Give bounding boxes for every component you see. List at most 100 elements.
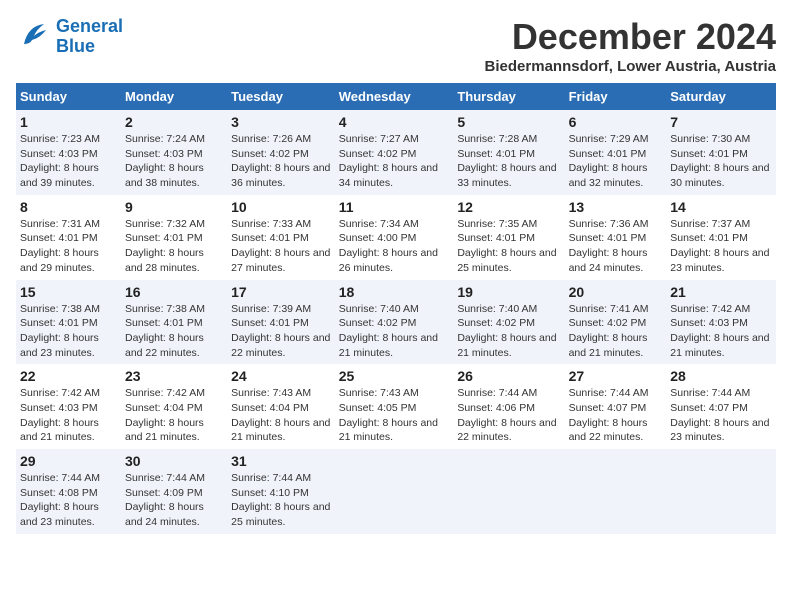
calendar-cell: 19 Sunrise: 7:40 AMSunset: 4:02 PMDaylig… xyxy=(453,280,564,365)
day-number: 19 xyxy=(457,284,560,300)
calendar-cell: 24 Sunrise: 7:43 AMSunset: 4:04 PMDaylig… xyxy=(227,364,335,449)
day-number: 29 xyxy=(20,453,117,469)
page-header: GeneralBlue December 2024 Biedermannsdor… xyxy=(16,16,776,75)
day-info: Sunrise: 7:40 AMSunset: 4:02 PMDaylight:… xyxy=(457,302,560,361)
day-number: 17 xyxy=(231,284,331,300)
day-number: 25 xyxy=(339,368,450,384)
day-number: 2 xyxy=(125,114,223,130)
day-info: Sunrise: 7:40 AMSunset: 4:02 PMDaylight:… xyxy=(339,302,450,361)
day-info: Sunrise: 7:39 AMSunset: 4:01 PMDaylight:… xyxy=(231,302,331,361)
calendar-cell: 27 Sunrise: 7:44 AMSunset: 4:07 PMDaylig… xyxy=(565,364,667,449)
day-info: Sunrise: 7:44 AMSunset: 4:08 PMDaylight:… xyxy=(20,471,117,530)
weekday-header-wednesday: Wednesday xyxy=(335,83,454,110)
day-info: Sunrise: 7:44 AMSunset: 4:10 PMDaylight:… xyxy=(231,471,331,530)
day-number: 14 xyxy=(670,199,772,215)
day-info: Sunrise: 7:36 AMSunset: 4:01 PMDaylight:… xyxy=(569,217,663,276)
title-block: December 2024 Biedermannsdorf, Lower Aus… xyxy=(485,16,776,75)
day-info: Sunrise: 7:30 AMSunset: 4:01 PMDaylight:… xyxy=(670,132,772,191)
weekday-header-tuesday: Tuesday xyxy=(227,83,335,110)
day-info: Sunrise: 7:42 AMSunset: 4:04 PMDaylight:… xyxy=(125,386,223,445)
calendar-table: SundayMondayTuesdayWednesdayThursdayFrid… xyxy=(16,83,776,534)
calendar-cell: 20 Sunrise: 7:41 AMSunset: 4:02 PMDaylig… xyxy=(565,280,667,365)
calendar-cell: 17 Sunrise: 7:39 AMSunset: 4:01 PMDaylig… xyxy=(227,280,335,365)
day-number: 31 xyxy=(231,453,331,469)
day-number: 1 xyxy=(20,114,117,130)
day-number: 20 xyxy=(569,284,663,300)
weekday-header-monday: Monday xyxy=(121,83,227,110)
day-info: Sunrise: 7:38 AMSunset: 4:01 PMDaylight:… xyxy=(20,302,117,361)
day-number: 7 xyxy=(670,114,772,130)
calendar-cell: 6 Sunrise: 7:29 AMSunset: 4:01 PMDayligh… xyxy=(565,110,667,195)
day-number: 22 xyxy=(20,368,117,384)
day-number: 23 xyxy=(125,368,223,384)
day-info: Sunrise: 7:32 AMSunset: 4:01 PMDaylight:… xyxy=(125,217,223,276)
calendar-cell: 1 Sunrise: 7:23 AMSunset: 4:03 PMDayligh… xyxy=(16,110,121,195)
weekday-header-saturday: Saturday xyxy=(666,83,776,110)
day-number: 24 xyxy=(231,368,331,384)
day-number: 27 xyxy=(569,368,663,384)
calendar-cell: 14 Sunrise: 7:37 AMSunset: 4:01 PMDaylig… xyxy=(666,195,776,280)
day-info: Sunrise: 7:43 AMSunset: 4:04 PMDaylight:… xyxy=(231,386,331,445)
day-info: Sunrise: 7:41 AMSunset: 4:02 PMDaylight:… xyxy=(569,302,663,361)
calendar-cell: 23 Sunrise: 7:42 AMSunset: 4:04 PMDaylig… xyxy=(121,364,227,449)
day-number: 30 xyxy=(125,453,223,469)
day-info: Sunrise: 7:35 AMSunset: 4:01 PMDaylight:… xyxy=(457,217,560,276)
day-number: 4 xyxy=(339,114,450,130)
weekday-header-friday: Friday xyxy=(565,83,667,110)
day-info: Sunrise: 7:44 AMSunset: 4:06 PMDaylight:… xyxy=(457,386,560,445)
location-subtitle: Biedermannsdorf, Lower Austria, Austria xyxy=(485,58,776,75)
calendar-cell: 9 Sunrise: 7:32 AMSunset: 4:01 PMDayligh… xyxy=(121,195,227,280)
day-info: Sunrise: 7:44 AMSunset: 4:07 PMDaylight:… xyxy=(569,386,663,445)
day-number: 3 xyxy=(231,114,331,130)
calendar-cell: 2 Sunrise: 7:24 AMSunset: 4:03 PMDayligh… xyxy=(121,110,227,195)
weekday-header-sunday: Sunday xyxy=(16,83,121,110)
calendar-cell xyxy=(565,449,667,534)
month-title: December 2024 xyxy=(485,16,776,58)
calendar-cell: 3 Sunrise: 7:26 AMSunset: 4:02 PMDayligh… xyxy=(227,110,335,195)
weekday-header-thursday: Thursday xyxy=(453,83,564,110)
logo: GeneralBlue xyxy=(16,16,123,57)
day-info: Sunrise: 7:44 AMSunset: 4:09 PMDaylight:… xyxy=(125,471,223,530)
calendar-cell: 26 Sunrise: 7:44 AMSunset: 4:06 PMDaylig… xyxy=(453,364,564,449)
calendar-cell xyxy=(666,449,776,534)
calendar-cell: 29 Sunrise: 7:44 AMSunset: 4:08 PMDaylig… xyxy=(16,449,121,534)
day-info: Sunrise: 7:26 AMSunset: 4:02 PMDaylight:… xyxy=(231,132,331,191)
calendar-cell: 4 Sunrise: 7:27 AMSunset: 4:02 PMDayligh… xyxy=(335,110,454,195)
day-info: Sunrise: 7:34 AMSunset: 4:00 PMDaylight:… xyxy=(339,217,450,276)
day-number: 10 xyxy=(231,199,331,215)
calendar-cell: 12 Sunrise: 7:35 AMSunset: 4:01 PMDaylig… xyxy=(453,195,564,280)
calendar-cell: 21 Sunrise: 7:42 AMSunset: 4:03 PMDaylig… xyxy=(666,280,776,365)
day-info: Sunrise: 7:27 AMSunset: 4:02 PMDaylight:… xyxy=(339,132,450,191)
day-number: 15 xyxy=(20,284,117,300)
calendar-cell: 13 Sunrise: 7:36 AMSunset: 4:01 PMDaylig… xyxy=(565,195,667,280)
calendar-cell: 22 Sunrise: 7:42 AMSunset: 4:03 PMDaylig… xyxy=(16,364,121,449)
calendar-cell: 5 Sunrise: 7:28 AMSunset: 4:01 PMDayligh… xyxy=(453,110,564,195)
day-info: Sunrise: 7:29 AMSunset: 4:01 PMDaylight:… xyxy=(569,132,663,191)
calendar-cell: 16 Sunrise: 7:38 AMSunset: 4:01 PMDaylig… xyxy=(121,280,227,365)
day-info: Sunrise: 7:23 AMSunset: 4:03 PMDaylight:… xyxy=(20,132,117,191)
day-info: Sunrise: 7:31 AMSunset: 4:01 PMDaylight:… xyxy=(20,217,117,276)
day-info: Sunrise: 7:38 AMSunset: 4:01 PMDaylight:… xyxy=(125,302,223,361)
logo-text: GeneralBlue xyxy=(56,17,123,57)
day-info: Sunrise: 7:24 AMSunset: 4:03 PMDaylight:… xyxy=(125,132,223,191)
day-info: Sunrise: 7:37 AMSunset: 4:01 PMDaylight:… xyxy=(670,217,772,276)
day-info: Sunrise: 7:42 AMSunset: 4:03 PMDaylight:… xyxy=(20,386,117,445)
day-number: 21 xyxy=(670,284,772,300)
calendar-cell: 28 Sunrise: 7:44 AMSunset: 4:07 PMDaylig… xyxy=(666,364,776,449)
calendar-cell: 31 Sunrise: 7:44 AMSunset: 4:10 PMDaylig… xyxy=(227,449,335,534)
logo-bird-icon xyxy=(16,16,52,52)
day-number: 26 xyxy=(457,368,560,384)
calendar-cell xyxy=(335,449,454,534)
day-info: Sunrise: 7:28 AMSunset: 4:01 PMDaylight:… xyxy=(457,132,560,191)
day-info: Sunrise: 7:42 AMSunset: 4:03 PMDaylight:… xyxy=(670,302,772,361)
day-info: Sunrise: 7:33 AMSunset: 4:01 PMDaylight:… xyxy=(231,217,331,276)
day-number: 6 xyxy=(569,114,663,130)
calendar-cell: 7 Sunrise: 7:30 AMSunset: 4:01 PMDayligh… xyxy=(666,110,776,195)
day-number: 28 xyxy=(670,368,772,384)
day-number: 18 xyxy=(339,284,450,300)
day-number: 8 xyxy=(20,199,117,215)
day-info: Sunrise: 7:43 AMSunset: 4:05 PMDaylight:… xyxy=(339,386,450,445)
calendar-cell xyxy=(453,449,564,534)
calendar-cell: 18 Sunrise: 7:40 AMSunset: 4:02 PMDaylig… xyxy=(335,280,454,365)
day-number: 16 xyxy=(125,284,223,300)
